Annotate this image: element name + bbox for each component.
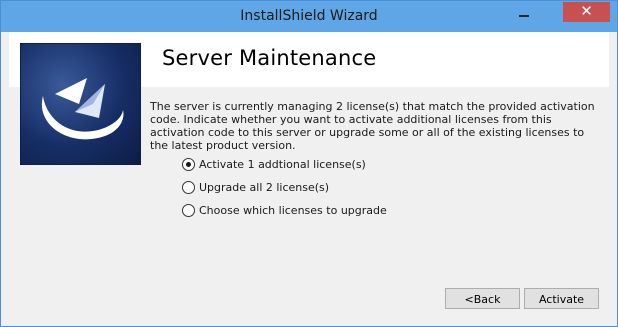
option-label: Upgrade all 2 license(s) (199, 181, 330, 194)
option-activate-additional[interactable]: Activate 1 addtional license(s) (182, 153, 387, 176)
license-options: Activate 1 addtional license(s) Upgrade … (182, 153, 387, 222)
installshield-logo (20, 43, 141, 165)
description-text: The server is currently managing 2 licen… (150, 100, 595, 152)
radio-icon[interactable] (182, 181, 195, 194)
option-label: Choose which licenses to upgrade (199, 204, 387, 217)
option-choose-licenses[interactable]: Choose which licenses to upgrade (182, 199, 387, 222)
activate-button[interactable]: Activate (524, 288, 599, 309)
wizard-body: Server Maintenance The server is current… (9, 32, 609, 318)
minimize-button[interactable] (511, 2, 537, 22)
option-upgrade-all[interactable]: Upgrade all 2 license(s) (182, 176, 387, 199)
title-bar[interactable]: InstallShield Wizard ✕ (1, 1, 617, 32)
installshield-logo-graphic (41, 78, 124, 140)
minimize-icon (519, 15, 529, 17)
back-button[interactable]: <Back (445, 288, 520, 309)
radio-selected-icon[interactable] (182, 158, 195, 171)
radio-icon[interactable] (182, 204, 195, 217)
close-button[interactable]: ✕ (563, 2, 610, 22)
close-icon: ✕ (580, 2, 593, 20)
page-title: Server Maintenance (162, 46, 377, 70)
option-label: Activate 1 addtional license(s) (199, 158, 366, 171)
installshield-window: InstallShield Wizard ✕ Server Maintenanc… (0, 0, 618, 327)
